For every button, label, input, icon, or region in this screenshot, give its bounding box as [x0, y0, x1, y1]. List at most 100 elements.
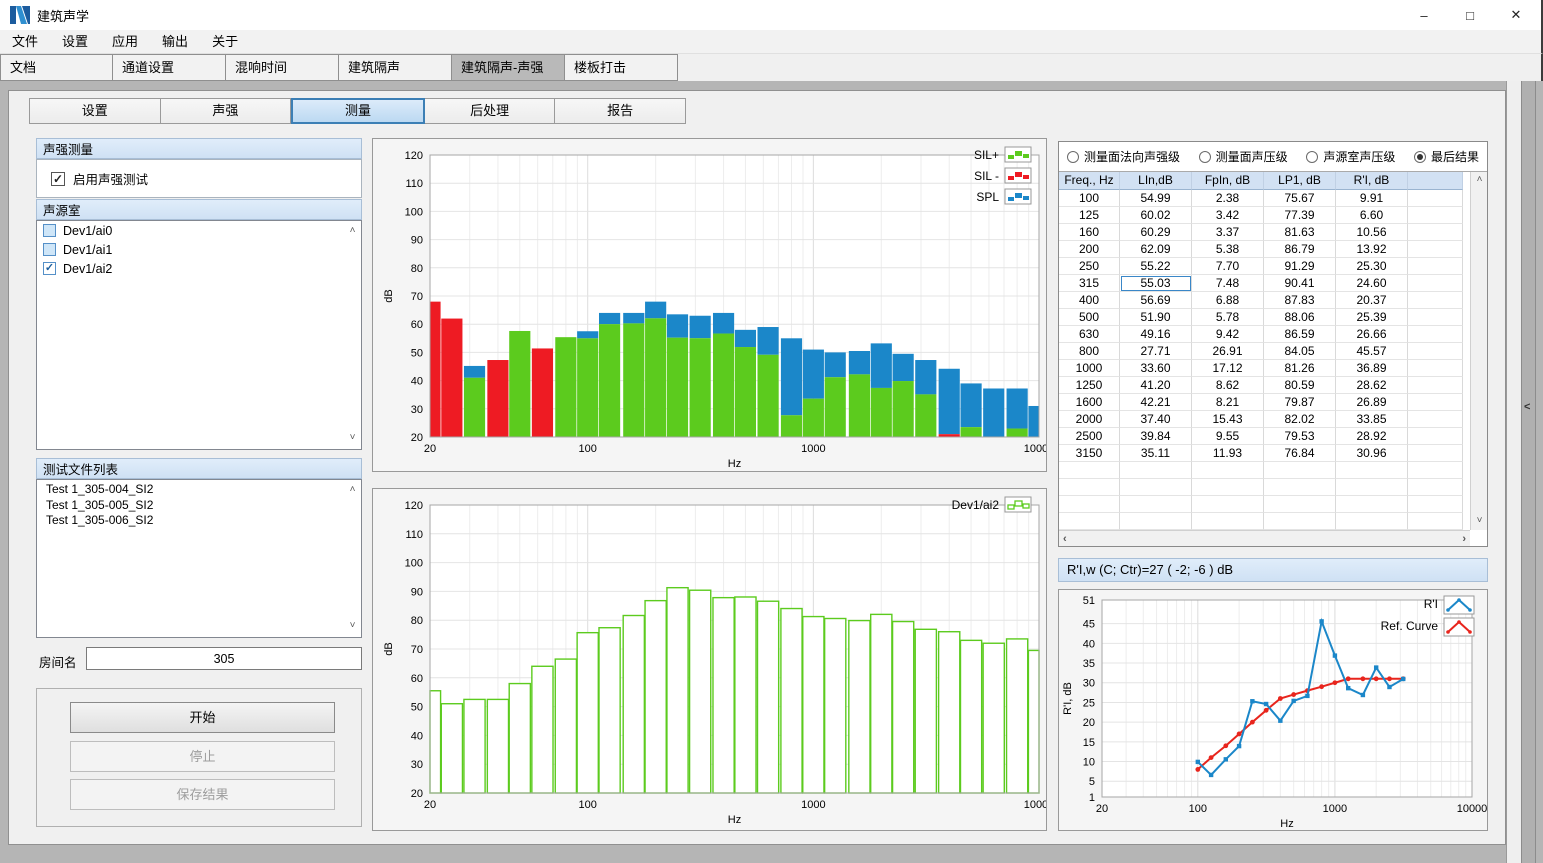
table-cell-4-5[interactable] — [1408, 258, 1463, 275]
table-empty-cell[interactable] — [1120, 496, 1192, 513]
table-cell-11-2[interactable]: 8.62 — [1192, 377, 1264, 394]
table-cell-11-1[interactable]: 41.20 — [1120, 377, 1192, 394]
table-empty-cell[interactable] — [1408, 513, 1463, 530]
table-cell-11-5[interactable] — [1408, 377, 1463, 394]
sub-tab-2[interactable]: 测量 — [291, 98, 425, 124]
table-cell-4-1[interactable]: 55.22 — [1120, 258, 1192, 275]
table-cell-12-5[interactable] — [1408, 394, 1463, 411]
table-cell-4-0[interactable]: 250 — [1059, 258, 1120, 275]
table-cell-3-1[interactable]: 62.09 — [1120, 241, 1192, 258]
main-tab-0[interactable]: 文档 — [0, 54, 113, 81]
table-header-0[interactable]: Freq., Hz — [1059, 172, 1120, 190]
table-cell-2-5[interactable] — [1408, 224, 1463, 241]
enable-intensity-checkbox[interactable]: ✓ — [51, 172, 65, 186]
sub-tab-0[interactable]: 设置 — [29, 98, 161, 124]
table-cell-9-1[interactable]: 27.71 — [1120, 343, 1192, 360]
table-cell-13-3[interactable]: 82.02 — [1264, 411, 1336, 428]
table-header-3[interactable]: LP1, dB — [1264, 172, 1336, 190]
table-cell-0-1[interactable]: 54.99 — [1120, 190, 1192, 207]
table-header-2[interactable]: FpIn, dB — [1192, 172, 1264, 190]
table-cell-9-3[interactable]: 84.05 — [1264, 343, 1336, 360]
table-cell-0-4[interactable]: 9.91 — [1336, 190, 1408, 207]
table-cell-12-1[interactable]: 42.21 — [1120, 394, 1192, 411]
menu-item-4[interactable]: 关于 — [200, 30, 250, 54]
table-empty-cell[interactable] — [1336, 479, 1408, 496]
table-cell-2-1[interactable]: 60.29 — [1120, 224, 1192, 241]
table-cell-13-0[interactable]: 2000 — [1059, 411, 1120, 428]
table-cell-0-0[interactable]: 100 — [1059, 190, 1120, 207]
table-cell-15-3[interactable]: 76.84 — [1264, 445, 1336, 462]
table-cell-9-0[interactable]: 800 — [1059, 343, 1120, 360]
channel-item-1[interactable]: Dev1/ai1 — [37, 240, 361, 259]
main-tab-4[interactable]: 建筑隔声-声强 — [452, 54, 565, 81]
table-empty-cell[interactable] — [1264, 479, 1336, 496]
main-tab-1[interactable]: 通道设置 — [113, 54, 226, 81]
table-cell-0-2[interactable]: 2.38 — [1192, 190, 1264, 207]
table-cell-9-4[interactable]: 45.57 — [1336, 343, 1408, 360]
table-cell-1-5[interactable] — [1408, 207, 1463, 224]
table-cell-10-2[interactable]: 17.12 — [1192, 360, 1264, 377]
maximize-button[interactable]: □ — [1447, 0, 1493, 30]
table-cell-1-2[interactable]: 3.42 — [1192, 207, 1264, 224]
scroll-up-icon[interactable]: ˄ — [346, 484, 359, 497]
save-result-button[interactable]: 保存结果 — [70, 779, 335, 810]
table-cell-15-0[interactable]: 3150 — [1059, 445, 1120, 462]
table-cell-9-2[interactable]: 26.91 — [1192, 343, 1264, 360]
table-cell-14-5[interactable] — [1408, 428, 1463, 445]
sub-tab-3[interactable]: 后处理 — [425, 98, 556, 124]
close-button[interactable]: ✕ — [1493, 0, 1539, 30]
table-empty-cell[interactable] — [1408, 479, 1463, 496]
table-cell-6-1[interactable]: 56.69 — [1120, 292, 1192, 309]
source-chart-legend-0[interactable]: Dev1/ai2 — [952, 497, 1031, 512]
table-cell-3-0[interactable]: 200 — [1059, 241, 1120, 258]
table-header-4[interactable]: R'I, dB — [1336, 172, 1408, 190]
table-cell-9-5[interactable] — [1408, 343, 1463, 360]
table-cell-0-3[interactable]: 75.67 — [1264, 190, 1336, 207]
table-cell-14-1[interactable]: 39.84 — [1120, 428, 1192, 445]
table-cell-3-5[interactable] — [1408, 241, 1463, 258]
main-tab-2[interactable]: 混响时间 — [226, 54, 339, 81]
table-cell-11-4[interactable]: 28.62 — [1336, 377, 1408, 394]
file-item-1[interactable]: Test 1_305-005_SI2 — [37, 498, 361, 514]
table-cell-5-0[interactable]: 315 — [1059, 275, 1120, 292]
table-cell-10-1[interactable]: 33.60 — [1120, 360, 1192, 377]
main-tab-5[interactable]: 楼板打击 — [565, 54, 678, 81]
table-cell-12-0[interactable]: 1600 — [1059, 394, 1120, 411]
table-empty-cell[interactable] — [1408, 496, 1463, 513]
table-empty-cell[interactable] — [1120, 479, 1192, 496]
table-empty-cell[interactable] — [1059, 513, 1120, 530]
table-cell-6-2[interactable]: 6.88 — [1192, 292, 1264, 309]
table-cell-8-1[interactable]: 49.16 — [1120, 326, 1192, 343]
table-empty-cell[interactable] — [1059, 496, 1120, 513]
start-button[interactable]: 开始 — [70, 702, 335, 733]
table-cell-11-0[interactable]: 1250 — [1059, 377, 1120, 394]
table-cell-14-0[interactable]: 2500 — [1059, 428, 1120, 445]
table-cell-3-4[interactable]: 13.92 — [1336, 241, 1408, 258]
scroll-left-icon[interactable]: ‹ — [1063, 532, 1067, 546]
menu-item-1[interactable]: 设置 — [50, 30, 100, 54]
table-empty-cell[interactable] — [1120, 513, 1192, 530]
table-cell-15-5[interactable] — [1408, 445, 1463, 462]
menu-item-3[interactable]: 输出 — [150, 30, 200, 54]
menu-item-0[interactable]: 文件 — [0, 30, 50, 54]
table-header-5[interactable] — [1408, 172, 1463, 190]
table-cell-7-1[interactable]: 51.90 — [1120, 309, 1192, 326]
table-empty-cell[interactable] — [1120, 462, 1192, 479]
table-cell-2-4[interactable]: 10.56 — [1336, 224, 1408, 241]
table-empty-cell[interactable] — [1264, 462, 1336, 479]
channel-checkbox-0[interactable] — [43, 224, 56, 237]
radio-option-1[interactable]: 测量面声压级 — [1199, 148, 1288, 165]
table-empty-cell[interactable] — [1336, 513, 1408, 530]
scroll-down-icon[interactable]: ˅ — [346, 432, 359, 445]
table-empty-cell[interactable] — [1192, 496, 1264, 513]
file-item-2[interactable]: Test 1_305-006_SI2 — [37, 513, 361, 529]
radio-circle-1[interactable] — [1199, 151, 1211, 163]
table-cell-5-2[interactable]: 7.48 — [1192, 275, 1264, 292]
table-cell-8-4[interactable]: 26.66 — [1336, 326, 1408, 343]
table-horizontal-scrollbar[interactable]: ‹ › — [1059, 530, 1470, 546]
table-cell-2-2[interactable]: 3.37 — [1192, 224, 1264, 241]
table-empty-cell[interactable] — [1264, 513, 1336, 530]
table-empty-cell[interactable] — [1059, 479, 1120, 496]
table-cell-4-3[interactable]: 91.29 — [1264, 258, 1336, 275]
table-cell-6-3[interactable]: 87.83 — [1264, 292, 1336, 309]
